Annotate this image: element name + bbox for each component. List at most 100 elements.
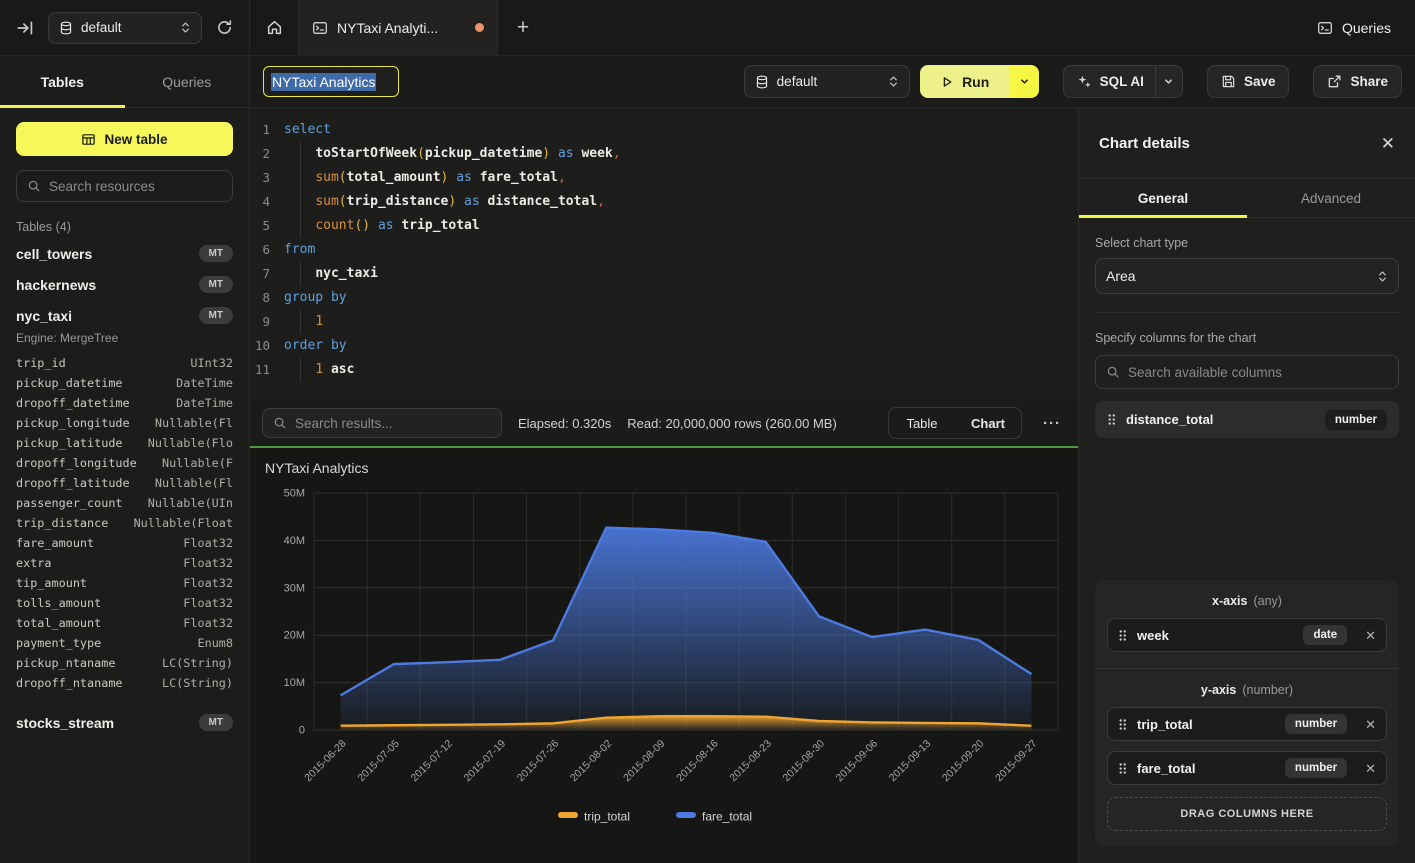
table-item-hackernews[interactable]: hackernews MT — [0, 269, 249, 300]
columns-search-input[interactable] — [1128, 365, 1388, 380]
column-item-pickup_datetime: pickup_datetime DateTime — [0, 373, 249, 393]
column-type: DateTime — [176, 396, 233, 410]
new-table-label: New table — [104, 132, 167, 147]
sql-ai-options-button[interactable] — [1155, 66, 1182, 97]
results-search-input[interactable] — [295, 416, 491, 431]
column-item-trip_distance: trip_distance Nullable(Float — [0, 513, 249, 533]
share-label: Share — [1350, 74, 1388, 89]
save-button[interactable]: Save — [1207, 65, 1290, 98]
sidebar-tabs: Tables Queries — [0, 56, 249, 108]
code-line-9: 9 1 — [250, 310, 1078, 334]
column-item-fare_amount: fare_amount Float32 — [0, 533, 249, 553]
refresh-icon[interactable] — [216, 19, 233, 36]
view-toggle-table[interactable]: Table — [889, 408, 955, 438]
svg-text:2015-08-23: 2015-08-23 — [727, 738, 774, 785]
chart-type-selector[interactable]: Area — [1095, 258, 1399, 294]
query-title-input[interactable]: NYTaxi Analytics — [263, 66, 399, 97]
queries-button[interactable]: Queries — [1293, 0, 1415, 55]
home-icon — [266, 19, 283, 36]
code-line-6: 6 from — [250, 238, 1078, 262]
close-icon[interactable]: ✕ — [1381, 135, 1395, 152]
x-axis-header: x-axis (any) — [1107, 594, 1387, 608]
run-button[interactable]: Run — [920, 65, 1010, 98]
column-type: Nullable(Float — [134, 516, 233, 530]
code-text: 1 — [284, 310, 323, 334]
code-text: sum(trip_distance) as distance_total, — [284, 190, 605, 214]
run-database-selector[interactable]: default — [744, 65, 910, 98]
svg-text:2015-08-09: 2015-08-09 — [621, 738, 668, 785]
x-axis-hint: (any) — [1253, 594, 1281, 608]
table-item-cell_towers[interactable]: cell_towers MT — [0, 238, 249, 269]
column-name: distance_total — [1126, 412, 1315, 427]
code-line-3: 3 sum(total_amount) as fare_total, — [250, 166, 1078, 190]
legend-item-trip_total[interactable]: trip_total — [558, 810, 630, 824]
column-item-extra: extra Float32 — [0, 553, 249, 573]
database-selector-value: default — [81, 20, 122, 35]
x-axis-label: x-axis — [1212, 594, 1247, 608]
home-button[interactable] — [250, 0, 298, 55]
table-item-nyc_taxi[interactable]: nyc_taxi MT — [0, 300, 249, 331]
svg-text:30M: 30M — [284, 582, 305, 594]
chevron-up-down-icon — [888, 74, 899, 89]
tab-strip: NYTaxi Analyti... + Queries — [250, 0, 1415, 55]
axis-field-week[interactable]: week date ✕ — [1107, 618, 1387, 652]
panel-tab-advanced[interactable]: Advanced — [1247, 179, 1415, 217]
column-item-dropoff_datetime: dropoff_datetime DateTime — [0, 393, 249, 413]
available-column-distance_total[interactable]: distance_total number — [1095, 401, 1399, 438]
new-tab-button[interactable]: + — [498, 0, 548, 55]
remove-field-icon[interactable]: ✕ — [1365, 629, 1376, 642]
tables-section-header: Tables (4) — [16, 220, 233, 234]
drag-handle-icon[interactable] — [1107, 413, 1116, 426]
column-item-pickup_latitude: pickup_latitude Nullable(Flo — [0, 433, 249, 453]
resources-search-input[interactable] — [49, 179, 222, 194]
axis-field-trip_total[interactable]: trip_total number ✕ — [1107, 707, 1387, 741]
view-toggle-chart[interactable]: Chart — [955, 408, 1021, 438]
sidebar-tab-queries[interactable]: Queries — [125, 56, 250, 107]
collapse-sidebar-icon[interactable] — [16, 19, 34, 37]
field-name: trip_total — [1137, 717, 1275, 732]
sql-editor[interactable]: 1 select 2 toStartOfWeek(pickup_datetime… — [250, 108, 1078, 400]
area-chart[interactable]: 0 10M 20M 30M 40M 50M2015-06-282015-07-0… — [250, 448, 1078, 863]
chart-type-label: Select chart type — [1095, 236, 1399, 250]
drag-handle-icon[interactable] — [1118, 718, 1127, 731]
column-item-tolls_amount: tolls_amount Float32 — [0, 593, 249, 613]
divider — [1095, 312, 1399, 313]
column-name: pickup_datetime — [16, 376, 123, 390]
sidebar-tab-tables[interactable]: Tables — [0, 56, 125, 107]
field-type-badge: number — [1285, 714, 1347, 734]
sparkles-icon — [1077, 74, 1092, 89]
column-name: pickup_ntaname — [16, 656, 115, 670]
run-options-button[interactable] — [1010, 65, 1039, 98]
play-icon — [940, 75, 954, 89]
remove-field-icon[interactable]: ✕ — [1365, 718, 1376, 731]
svg-text:2015-09-20: 2015-09-20 — [940, 738, 987, 785]
column-name: dropoff_datetime — [16, 396, 130, 410]
axis-field-fare_total[interactable]: fare_total number ✕ — [1107, 751, 1387, 785]
search-icon — [273, 416, 287, 430]
column-item-total_amount: total_amount Float32 — [0, 613, 249, 633]
legend-item-fare_total[interactable]: fare_total — [676, 810, 752, 824]
panel-tab-general[interactable]: General — [1079, 179, 1247, 217]
drop-zone[interactable]: DRAG COLUMNS HERE — [1107, 797, 1387, 831]
column-type: Nullable(Flo — [148, 436, 233, 450]
svg-text:40M: 40M — [284, 535, 305, 547]
chevron-up-down-icon — [180, 20, 191, 35]
sql-ai-button[interactable]: SQL AI — [1063, 65, 1183, 98]
share-button[interactable]: Share — [1313, 65, 1402, 98]
drag-handle-icon[interactable] — [1118, 762, 1127, 775]
table-item-stocks_stream[interactable]: stocks_stream MT — [0, 707, 249, 738]
svg-text:2015-08-30: 2015-08-30 — [781, 738, 828, 785]
database-selector[interactable]: default — [48, 12, 202, 44]
svg-text:0: 0 — [299, 725, 305, 737]
column-item-pickup_longitude: pickup_longitude Nullable(Fl — [0, 413, 249, 433]
tab-nytaxi-analytics[interactable]: NYTaxi Analyti... — [298, 0, 498, 55]
more-options-icon[interactable]: ··· — [1038, 415, 1066, 432]
code-text: count() as trip_total — [284, 214, 480, 238]
svg-text:2015-09-13: 2015-09-13 — [887, 738, 934, 785]
drag-handle-icon[interactable] — [1118, 629, 1127, 642]
save-label: Save — [1244, 74, 1276, 89]
column-item-payment_type: payment_type Enum8 — [0, 633, 249, 653]
remove-field-icon[interactable]: ✕ — [1365, 762, 1376, 775]
new-table-button[interactable]: New table — [16, 122, 233, 156]
chevron-up-down-icon — [1377, 269, 1388, 284]
